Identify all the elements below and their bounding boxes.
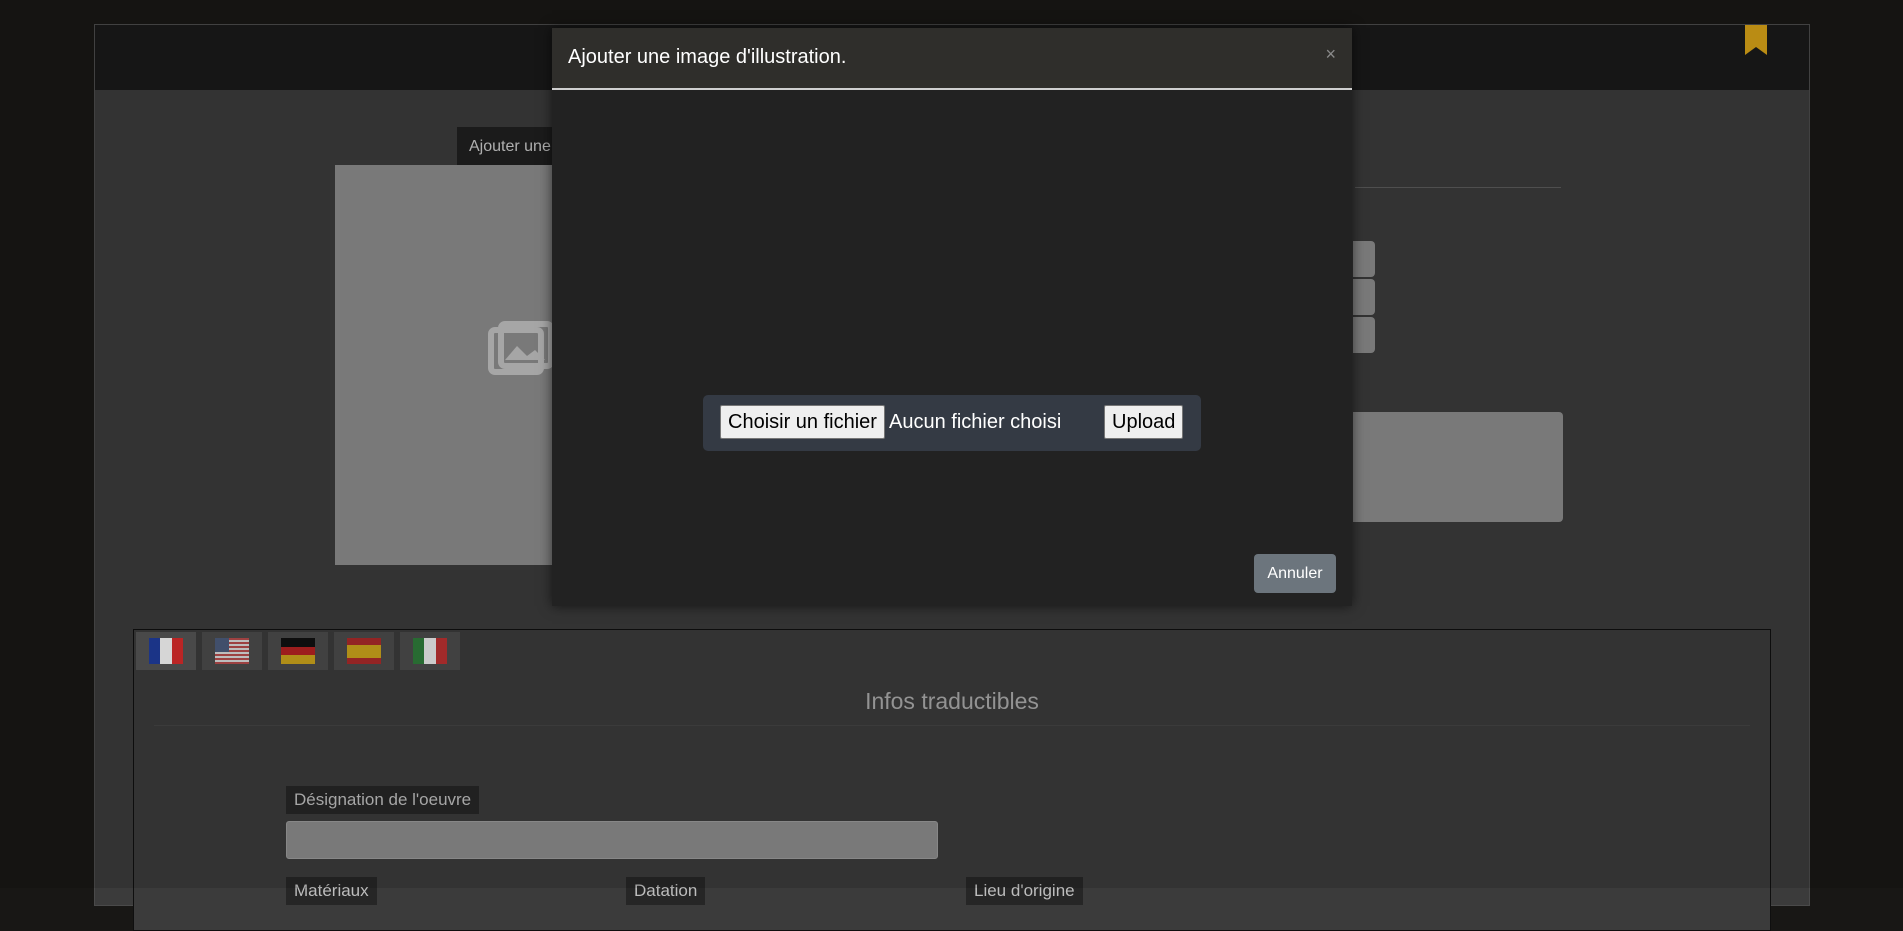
add-image-modal: Ajouter une image d'illustration. × Choi… <box>552 28 1352 606</box>
upload-form: Choisir un fichier Aucun fichier choisi … <box>703 395 1201 451</box>
file-status-text: Aucun fichier choisi <box>889 411 1062 433</box>
cancel-button[interactable]: Annuler <box>1254 554 1336 593</box>
upload-button[interactable]: Upload <box>1104 405 1184 439</box>
close-icon[interactable]: × <box>1325 44 1336 64</box>
modal-header: Ajouter une image d'illustration. × <box>552 28 1352 90</box>
modal-title: Ajouter une image d'illustration. <box>568 46 847 68</box>
choose-file-button[interactable]: Choisir un fichier <box>720 405 885 439</box>
